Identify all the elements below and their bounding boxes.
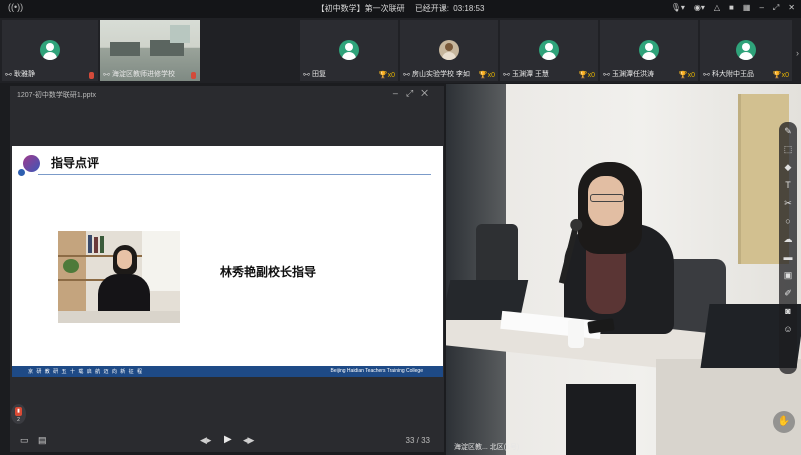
- title-divider: [38, 174, 431, 175]
- reward-count: x0: [587, 72, 595, 79]
- close-icon[interactable]: ✕: [788, 3, 795, 13]
- reward-count: x0: [687, 72, 695, 79]
- cloud-icon[interactable]: ☁: [779, 230, 797, 248]
- grid-view-icon[interactable]: ▦: [743, 3, 751, 13]
- participant-tile[interactable]: ⧟ 耿雅静: [2, 20, 98, 81]
- layers-icon[interactable]: ▬: [779, 248, 797, 266]
- circle-icon[interactable]: ○: [779, 212, 797, 230]
- participant-tile[interactable]: ⧟ 玉渊潭任洪涛 🏆x0: [600, 20, 698, 81]
- trophy-icon: 🏆: [772, 72, 782, 79]
- presentation-filename: 1207-初中数学联研1.pptx: [17, 92, 96, 99]
- thumbnail-view-icon[interactable]: ▭: [20, 435, 29, 446]
- reward-count: x0: [387, 72, 395, 79]
- annotation-toolbar: ✎ ⬚ ◆ T ✂ ○ ☁ ▬ ▣ ✐ ◙ ☺: [779, 122, 797, 374]
- hand-icon: ✋: [777, 416, 791, 427]
- muted-mic-icon: [89, 72, 94, 79]
- maximize-icon[interactable]: ⤢: [406, 88, 421, 98]
- minimize-icon[interactable]: –: [759, 3, 763, 13]
- mic-icon: ⧟: [5, 71, 12, 78]
- participant-tile[interactable]: ⧟ 玉渊潭 王慧 🏆x0: [500, 20, 598, 81]
- reward-count: x0: [781, 72, 789, 79]
- participant-strip: ⧟ 耿雅静 ⧟ 海淀区教师进修学校 ⧟ 田复 🏆x0 ⧟ 房山实验学校 李如 🏆…: [0, 18, 801, 83]
- mic-icon: ⧟: [403, 71, 410, 78]
- headset-icon[interactable]: ◉▾: [694, 3, 705, 13]
- trophy-icon: 🏆: [378, 72, 388, 79]
- minimize-icon[interactable]: –: [393, 88, 406, 98]
- trophy-icon: 🏆: [678, 72, 688, 79]
- play-icon[interactable]: ▶: [224, 434, 232, 445]
- mic-icon: ⧟: [103, 71, 110, 78]
- mic-icon: ⧟: [703, 71, 710, 78]
- slide-footer: 京 研 教 研 五 十 载 启 航 迈 向 新 征 程 Beijing Haid…: [12, 366, 443, 377]
- speaker-caption: 林秀艳副校长指导: [220, 265, 317, 279]
- title-bar: ((•)) 【初中数学】第一次联研 已经开课: 03:18:53 🎙▾ ◉▾ △…: [0, 0, 801, 18]
- participant-name: 玉渊潭 王慧: [511, 71, 549, 78]
- footer-institution: Beijing Haidian Teachers Training Colleg…: [330, 368, 423, 374]
- hand-raise-button[interactable]: ✋: [773, 411, 795, 433]
- avatar: [639, 40, 659, 60]
- notes-view-icon[interactable]: ▤: [38, 435, 47, 446]
- presentation-window: 1207-初中数学联研1.pptx –⤢✕ 指导点评 林秀艳副校长指导 京 研 …: [10, 86, 444, 452]
- presentation-titlebar: 1207-初中数学联研1.pptx –⤢✕: [10, 86, 444, 102]
- mic-icon: ⧟: [603, 71, 610, 78]
- video-caption: 海淀区教... 北区(1号): [454, 444, 520, 451]
- edit-icon[interactable]: ✐: [779, 284, 797, 302]
- mic-icon: ⧟: [303, 71, 310, 78]
- footer-slogan: 京 研 教 研 五 十 载 启 航 迈 向 新 征 程: [28, 369, 144, 375]
- close-icon[interactable]: ✕: [421, 88, 436, 98]
- page-total: 33: [421, 436, 430, 445]
- participant-name: 科大附中王品: [711, 71, 754, 78]
- people-icon[interactable]: ☺: [779, 320, 797, 338]
- highlighter-icon[interactable]: ◆: [779, 158, 797, 176]
- muted-mic-icon: [191, 72, 196, 79]
- participant-name: 玉渊潭任洪涛: [611, 71, 654, 78]
- slide: 指导点评 林秀艳副校长指导 京 研 教 研 五 十 载 启 航 迈 向 新 征 …: [12, 146, 443, 377]
- avatar: [736, 40, 756, 60]
- text-icon[interactable]: T: [779, 176, 797, 194]
- avatar: [40, 40, 60, 60]
- participant-name: 房山实验学校 李如: [411, 71, 470, 78]
- participant-tile[interactable]: ⧟ 科大附中王品 🏆x0: [700, 20, 792, 81]
- annotation-icon: ▮: [15, 407, 22, 416]
- slide-title: 指导点评: [51, 156, 100, 170]
- window-toolbar: 🎙▾ ◉▾ △ ■ ▦ – ⤢ ✕: [671, 3, 795, 13]
- save-icon[interactable]: ▣: [779, 266, 797, 284]
- page-indicator: 33 / 33: [405, 436, 430, 445]
- microphone-icon[interactable]: 🎙▾: [671, 3, 685, 13]
- chevron-right-icon[interactable]: ›: [796, 48, 799, 58]
- session-status-label: 已经开课:: [414, 4, 450, 13]
- mic-icon: ⧟: [503, 71, 510, 78]
- participant-tile[interactable]: ⧟ 房山实验学校 李如 🏆x0: [400, 20, 498, 81]
- participant-tile[interactable]: ⧟ 海淀区教师进修学校: [100, 20, 200, 81]
- avatar: [339, 40, 359, 60]
- participant-name: 耿雅静: [13, 71, 35, 78]
- share-icon[interactable]: △: [714, 3, 720, 13]
- session-timer: 03:18:53: [453, 4, 485, 13]
- participant-tile[interactable]: ⧟ 田复 🏆x0: [300, 20, 398, 81]
- slide-logo-dot: [18, 169, 25, 176]
- annotation-button[interactable]: ▮ 2: [11, 404, 26, 424]
- reward-count: x0: [487, 72, 495, 79]
- pen-icon[interactable]: ✎: [779, 122, 797, 140]
- trophy-icon: 🏆: [578, 72, 588, 79]
- select-icon[interactable]: ⬚: [779, 140, 797, 158]
- camera-icon[interactable]: ◙: [779, 302, 797, 320]
- presentation-controls: ▭ ▤ ◀▸ ▶ ◂▶ 33 / 33: [10, 430, 444, 452]
- avatar: [539, 40, 559, 60]
- trophy-icon: 🏆: [478, 72, 488, 79]
- annotation-count: 2: [17, 417, 20, 423]
- session-title: 【初中数学】第一次联研: [316, 4, 405, 13]
- speaker-photo: [58, 231, 180, 323]
- next-slide-icon[interactable]: ◂▶: [243, 435, 254, 446]
- previous-slide-icon[interactable]: ◀▸: [200, 435, 211, 446]
- avatar: [439, 40, 459, 60]
- participant-name: 田复: [311, 71, 326, 78]
- scissors-icon[interactable]: ✂: [779, 194, 797, 212]
- slide-logo-circle: [23, 155, 40, 172]
- main-video: 海淀区教... 北区(1号) ✎ ⬚ ◆ T ✂ ○ ☁ ▬ ▣ ✐ ◙ ☺ ✋: [446, 84, 801, 455]
- camera-icon[interactable]: ■: [729, 3, 734, 13]
- participant-name: 海淀区教师进修学校: [111, 71, 175, 78]
- page-current: 33: [405, 436, 415, 445]
- fullscreen-icon[interactable]: ⤢: [773, 3, 779, 13]
